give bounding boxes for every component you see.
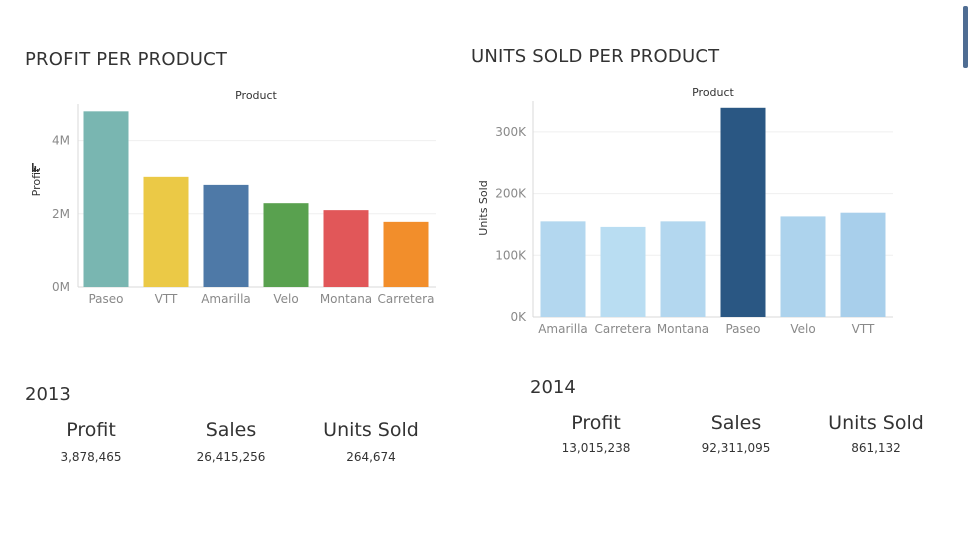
profit-2013-label: Profit (66, 419, 116, 441)
profit-2013-value: 3,878,465 (60, 450, 122, 464)
units-y-tick-label: 200K (495, 187, 527, 201)
units-x-tick-label: Paseo (725, 322, 760, 336)
profit-2014-value: 13,015,238 (561, 441, 631, 455)
units-2013-label: Units Sold (323, 419, 419, 441)
units-y-tick-label: 100K (495, 248, 527, 262)
units-x-tick-label: Amarilla (538, 322, 588, 336)
units-x-tick-label: VTT (852, 322, 875, 336)
sales-2014-label: Sales (710, 412, 762, 434)
units-bar-velo (780, 216, 826, 317)
year-2014-heading: 2014 (530, 377, 576, 398)
units-column-header: Product (692, 86, 734, 99)
sales-2013-label: Sales (205, 419, 257, 441)
units-y-tick-label: 300K (495, 125, 527, 139)
units-x-tick-label: Carretera (595, 322, 652, 336)
units-y-tick-label: 0K (510, 310, 527, 324)
units-2013-value: 264,674 (346, 450, 396, 464)
units-bar-vtt (840, 212, 886, 317)
units-x-tick-label: Montana (657, 322, 709, 336)
units-2014-value: 861,132 (851, 441, 901, 455)
units-2014-label: Units Sold (828, 412, 924, 434)
units-bar-montana (660, 221, 706, 317)
year-2013-heading: 2013 (25, 384, 71, 405)
units-bar-amarilla (540, 221, 586, 317)
units-y-axis-title: Units Sold (477, 180, 490, 235)
units-bar-paseo (720, 107, 766, 317)
units-x-tick-label: Velo (790, 322, 815, 336)
profit-2014-label: Profit (571, 412, 621, 434)
sales-2013-value: 26,415,256 (196, 450, 266, 464)
units-bar-carretera (600, 226, 646, 317)
sales-2014-value: 92,311,095 (701, 441, 771, 455)
